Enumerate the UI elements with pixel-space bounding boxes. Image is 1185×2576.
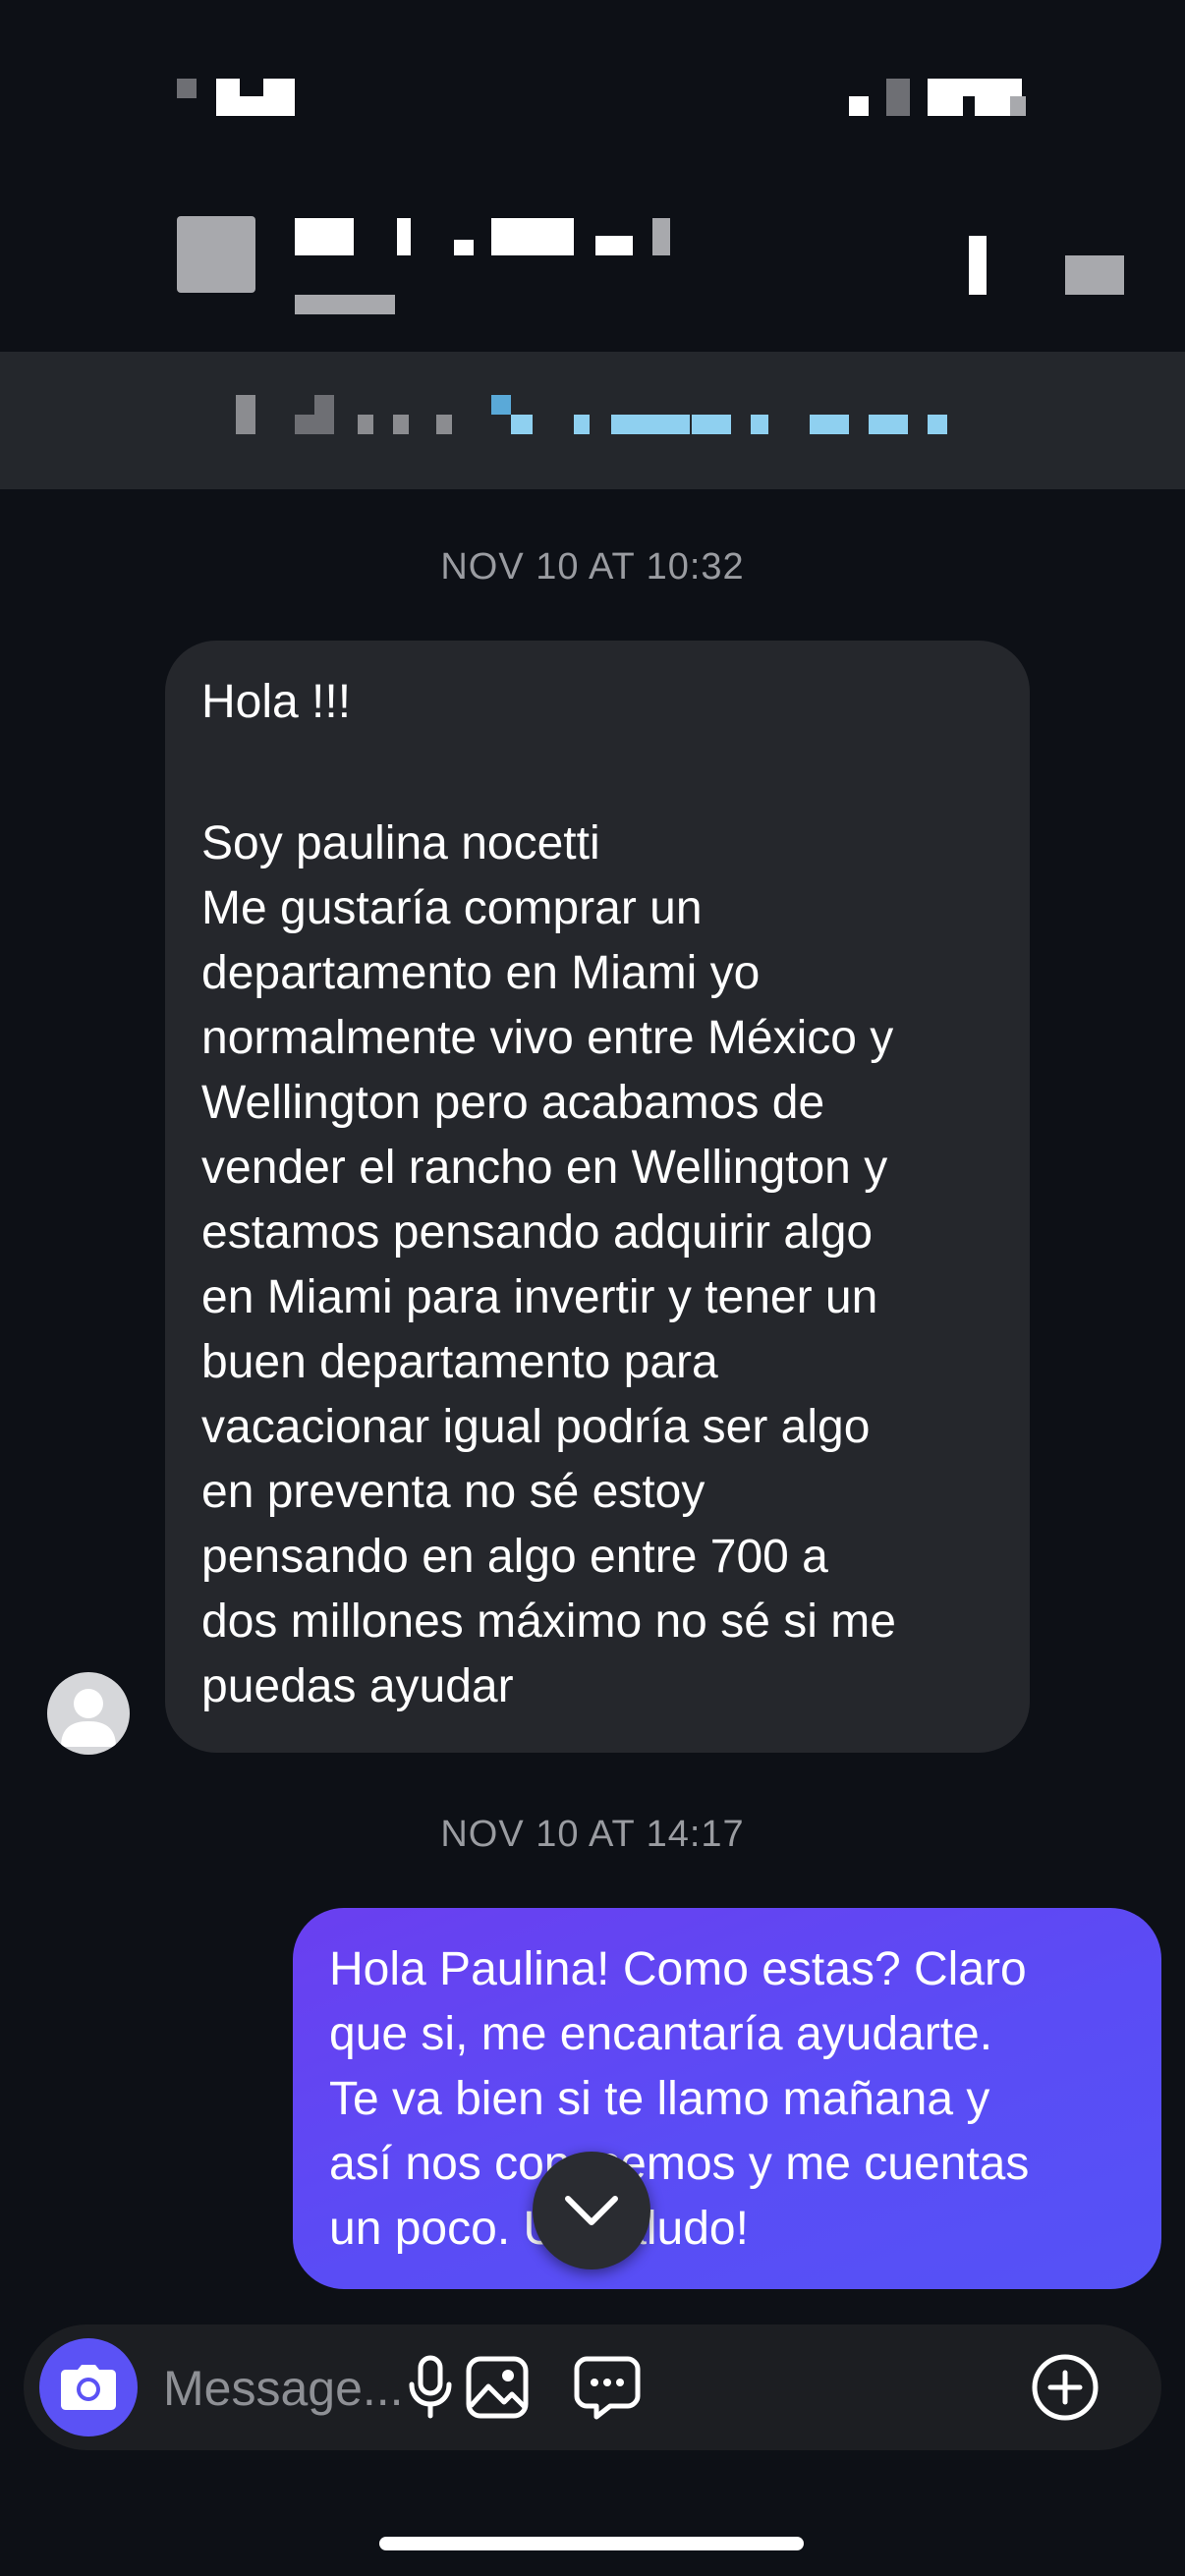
- sender-avatar[interactable]: [47, 1672, 130, 1755]
- message-line: Hola Paulina! Como estas? Claro: [329, 1943, 1027, 1995]
- message-line: dos millones máximo no sé si me: [201, 1596, 896, 1648]
- account-banner[interactable]: [0, 352, 1185, 489]
- plus-circle-icon: [1032, 2354, 1099, 2421]
- message-line: estamos pensando adquirir algo: [201, 1206, 874, 1259]
- message-timestamp: NOV 10 AT 14:17: [440, 1814, 745, 1855]
- scroll-to-bottom-button[interactable]: [533, 2152, 650, 2269]
- incoming-message-bubble[interactable]: Hola !!! Soy paulina nocetti Me gustaría…: [165, 641, 1030, 1753]
- message-line: Hola !!!: [201, 676, 352, 728]
- message-line: Wellington pero acabamos de: [201, 1077, 825, 1129]
- contact-subtitle: [295, 295, 395, 314]
- message-dots-icon: [574, 2356, 641, 2420]
- message-line: Te va bien si te llamo mañana y: [329, 2073, 990, 2125]
- message-line: vacacionar igual podría ser algo: [201, 1401, 871, 1453]
- message-line: que si, me encantaría ayudarte.: [329, 2008, 993, 2060]
- message-line: pensando en algo entre 700 a: [201, 1531, 828, 1583]
- microphone-icon: [409, 2355, 452, 2419]
- image-icon: [466, 2356, 529, 2419]
- camera-button[interactable]: [39, 2338, 138, 2436]
- camera-icon: [61, 2365, 116, 2410]
- gallery-button[interactable]: [458, 2348, 536, 2427]
- sticker-button[interactable]: [568, 2348, 647, 2427]
- status-bar: [0, 0, 1185, 138]
- more-options-button[interactable]: [1026, 2348, 1104, 2427]
- outgoing-message-bubble[interactable]: Hola Paulina! Como estas? Claro que si, …: [293, 1908, 1161, 2289]
- message-timestamp: NOV 10 AT 10:32: [440, 546, 745, 588]
- message-line: en Miami para invertir y tener un: [201, 1271, 878, 1323]
- default-avatar-icon: [61, 1689, 116, 1747]
- message-line: Me gustaría comprar un: [201, 882, 703, 934]
- message-line: vender el rancho en Wellington y: [201, 1142, 888, 1194]
- call-icon[interactable]: [969, 236, 987, 295]
- message-line: así nos conocemos y me cuentas: [329, 2138, 1030, 2190]
- contact-avatar[interactable]: [177, 216, 255, 293]
- message-line: buen departamento para: [201, 1336, 718, 1388]
- message-line: puedas ayudar: [201, 1660, 514, 1712]
- message-composer: [24, 2324, 1161, 2450]
- message-line: en preventa no sé estoy: [201, 1466, 705, 1518]
- message-line: Soy paulina nocetti: [201, 817, 600, 869]
- message-line: un poco. Un saludo!: [329, 2203, 749, 2255]
- home-indicator[interactable]: [379, 2537, 804, 2550]
- message-line: normalmente vivo entre México y: [201, 1012, 894, 1064]
- message-line: departamento en Miami yo: [201, 947, 761, 999]
- chevron-down-icon: [565, 2196, 618, 2225]
- video-icon[interactable]: [1065, 255, 1124, 295]
- chat-header[interactable]: [0, 138, 1185, 352]
